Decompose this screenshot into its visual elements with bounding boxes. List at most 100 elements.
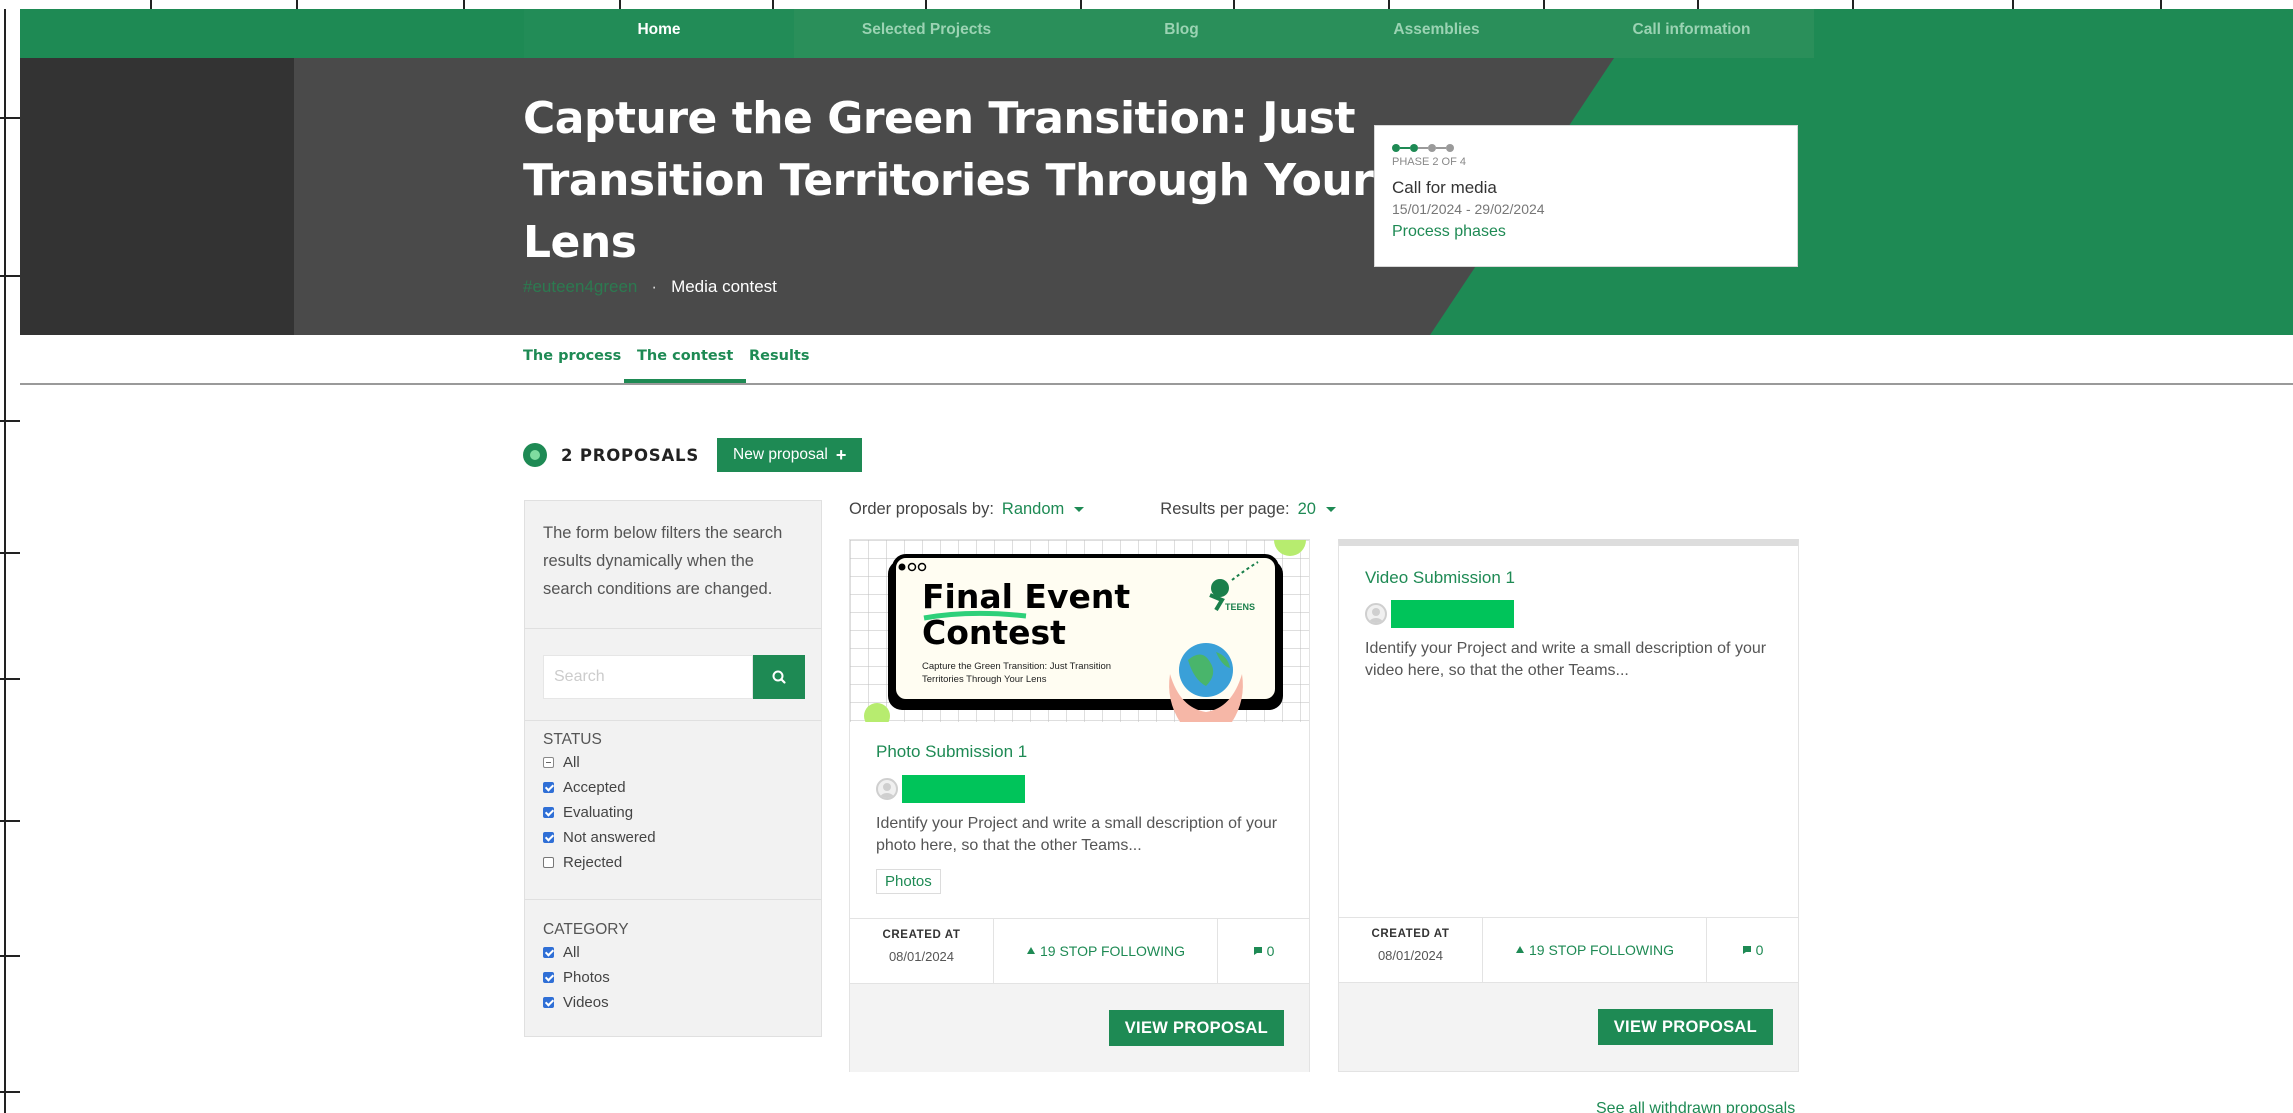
comments-count[interactable]: 0	[1218, 919, 1309, 983]
svg-text:Capture the Green Transition:: Capture the Green Transition: Just Trans…	[922, 661, 1111, 672]
follow-button[interactable]: 19 STOP FOLLOWING	[994, 919, 1218, 983]
tab-results[interactable]: Results	[749, 335, 810, 383]
checkbox[interactable]	[543, 782, 554, 793]
nav-item-home[interactable]: Home	[524, 9, 794, 58]
grid-tick	[1543, 0, 1545, 9]
proposals-icon	[523, 443, 547, 467]
grid-tick	[2160, 0, 2162, 9]
proposal-stats: CREATED AT 08/01/2024 19 STOP FOLLOWING …	[1339, 917, 1798, 983]
card-footer: VIEW PROPOSAL	[850, 984, 1309, 1072]
phase-card: PHASE 2 OF 4 Call for media 15/01/2024 -…	[1374, 125, 1798, 267]
proposal-stats: CREATED AT 08/01/2024 19 STOP FOLLOWING …	[850, 918, 1309, 984]
tab-the-process[interactable]: The process	[523, 335, 621, 383]
comments-count[interactable]: 0	[1707, 918, 1798, 982]
chevron-down-icon[interactable]	[1325, 507, 1336, 512]
process-hero: Capture the Green Transition: Just Trans…	[20, 58, 2293, 335]
category-tag[interactable]: Photos	[876, 869, 941, 894]
grid-tick	[0, 117, 20, 119]
category-option[interactable]: Photos	[543, 965, 629, 990]
per-page-label: Results per page:	[1160, 500, 1290, 518]
checkbox[interactable]	[543, 972, 554, 983]
nav-item-blog[interactable]: Blog	[1059, 9, 1304, 58]
svg-text:Contest: Contest	[922, 613, 1066, 652]
grid-tick	[463, 0, 465, 9]
grid-tick	[1233, 0, 1235, 9]
category-option[interactable]: Videos	[543, 990, 629, 1015]
proposals-header: 2 PROPOSALS New proposal +	[523, 438, 863, 472]
phase-label: PHASE 2 OF 4	[1392, 156, 1466, 168]
svg-text:TEENS: TEENS	[1225, 602, 1255, 612]
phase-title: Call for media	[1392, 178, 1497, 197]
filter-search	[543, 655, 805, 699]
filter-divider	[525, 720, 821, 721]
phase-step-line	[1436, 147, 1446, 149]
search-button[interactable]	[753, 655, 805, 699]
withdrawn-proposals-link[interactable]: See all withdrawn proposals	[1596, 1100, 1795, 1113]
nav-item-call-information[interactable]: Call information	[1569, 9, 1814, 58]
search-input[interactable]	[543, 655, 753, 699]
category-option-label: All	[563, 944, 580, 961]
proposal-author[interactable]	[876, 775, 1025, 803]
view-proposal-button[interactable]: VIEW PROPOSAL	[1108, 1010, 1284, 1046]
checkbox[interactable]	[543, 857, 554, 868]
plus-icon: +	[835, 444, 847, 465]
checkbox[interactable]	[543, 757, 554, 768]
category-options: All Photos Videos	[543, 940, 629, 1015]
category-option-label: Photos	[563, 969, 610, 986]
status-option[interactable]: Not answered	[543, 825, 656, 850]
tab-the-contest[interactable]: The contest	[624, 335, 747, 383]
nav-item-assemblies[interactable]: Assemblies	[1304, 9, 1569, 58]
order-label: Order proposals by:	[849, 500, 994, 518]
process-type: Media contest	[671, 277, 777, 296]
created-at-value: 08/01/2024	[1377, 948, 1444, 963]
proposal-author[interactable]	[1365, 600, 1514, 628]
status-option-label: Not answered	[563, 829, 656, 846]
order-dropdown[interactable]: Random	[1002, 500, 1064, 519]
process-phases-link[interactable]: Process phases	[1392, 223, 1780, 241]
process-tabs: The process The contest Results	[20, 335, 2293, 385]
bell-icon	[1516, 946, 1524, 953]
new-proposal-button[interactable]: New proposal +	[717, 438, 863, 472]
nav-item-selected-projects[interactable]: Selected Projects	[794, 9, 1059, 58]
grid-tick	[772, 0, 774, 9]
chevron-down-icon[interactable]	[1074, 507, 1085, 512]
proposal-title-link[interactable]: Photo Submission 1	[876, 742, 1027, 762]
meta-separator: ·	[651, 277, 658, 296]
category-option-label: Videos	[563, 994, 609, 1011]
comment-icon	[1742, 946, 1751, 954]
status-option[interactable]: Accepted	[543, 775, 656, 800]
status-filter: STATUS All Accepted Evaluating Not answered…	[543, 731, 656, 875]
grid-tick	[1852, 0, 1854, 9]
checkbox[interactable]	[543, 997, 554, 1008]
checkbox[interactable]	[543, 807, 554, 818]
grid-tick	[0, 275, 20, 277]
top-navigation: Home Selected Projects Blog Assemblies C…	[20, 9, 2293, 58]
view-proposal-button[interactable]: VIEW PROPOSAL	[1597, 1009, 1773, 1045]
status-option[interactable]: All	[543, 750, 656, 775]
proposal-title-link[interactable]: Video Submission 1	[1365, 568, 1515, 588]
status-option[interactable]: Evaluating	[543, 800, 656, 825]
hero-dark-panel	[20, 58, 294, 335]
created-at-value: 08/01/2024	[888, 949, 955, 964]
new-proposal-label: New proposal	[733, 446, 828, 463]
category-option[interactable]: All	[543, 940, 629, 965]
status-option[interactable]: Rejected	[543, 850, 656, 875]
grid-tick	[1388, 0, 1390, 9]
proposal-card: Video Submission 1 Identify your Project…	[1338, 539, 1799, 1072]
per-page-dropdown[interactable]: 20	[1298, 500, 1316, 519]
grid-tick	[0, 420, 20, 422]
search-icon	[772, 670, 786, 684]
status-filter-title: STATUS	[543, 731, 602, 748]
checkbox[interactable]	[543, 832, 554, 843]
category-filter: CATEGORY All Photos Videos	[543, 921, 629, 1015]
phase-step-dot	[1410, 144, 1418, 152]
checkbox[interactable]	[543, 947, 554, 958]
page: Home Selected Projects Blog Assemblies C…	[0, 0, 2293, 1113]
hashtag-link[interactable]: #euteen4green	[523, 277, 637, 297]
grid-tick	[0, 1091, 20, 1093]
follow-button[interactable]: 19 STOP FOLLOWING	[1483, 918, 1707, 982]
grid-tick	[1080, 0, 1082, 9]
proposal-image[interactable]: Final Event Contest Capture the Green Tr…	[850, 540, 1309, 722]
follow-label: 19 STOP FOLLOWING	[1040, 943, 1185, 959]
grid-tick	[296, 0, 298, 9]
